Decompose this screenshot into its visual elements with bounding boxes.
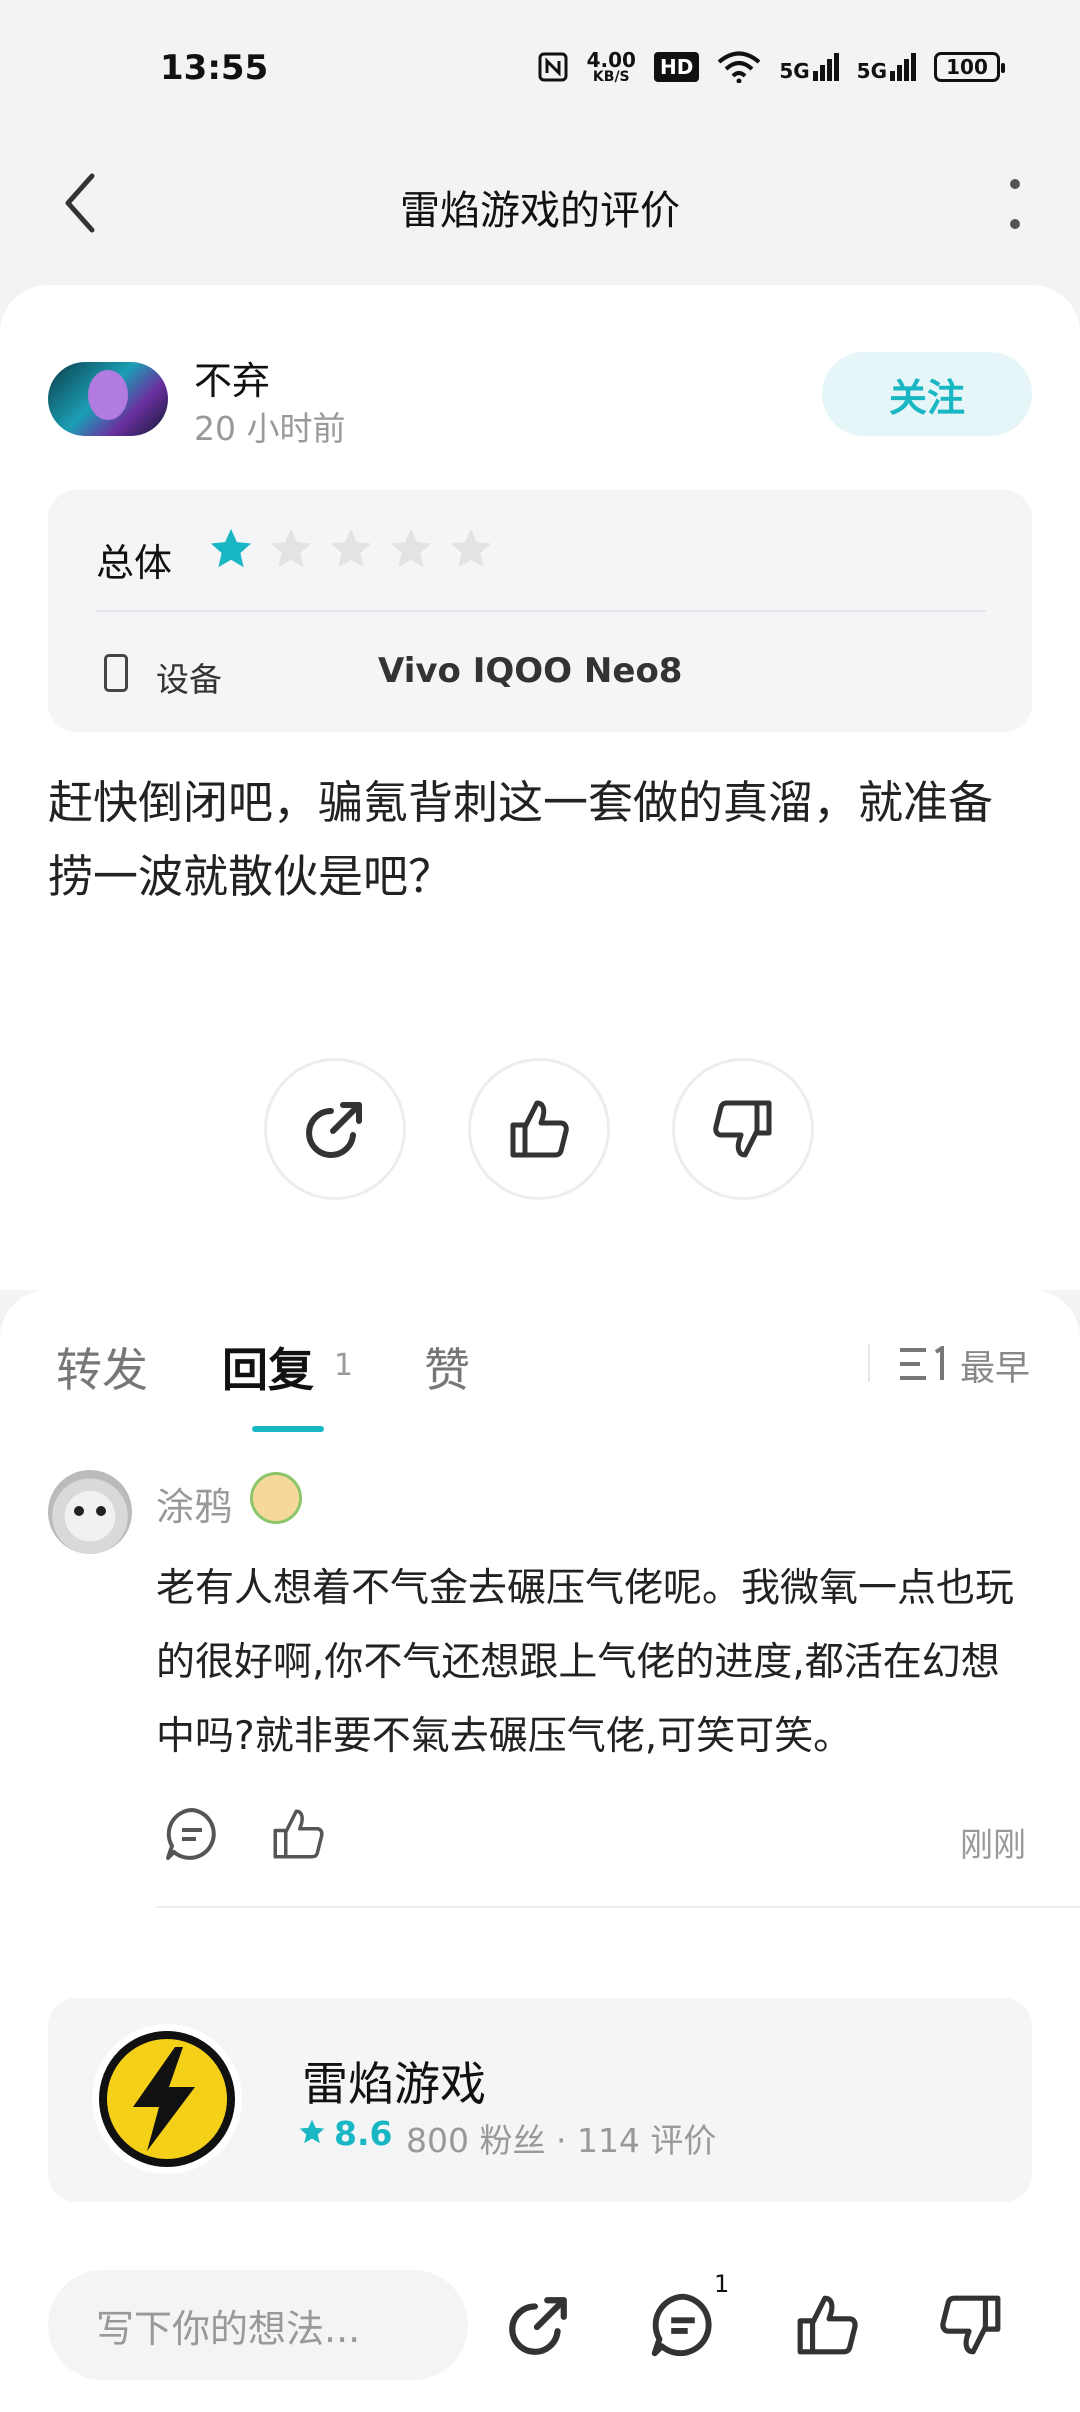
share-button[interactable] — [264, 1058, 406, 1200]
net-speed-value: 4.00 — [586, 48, 636, 72]
share-icon[interactable] — [506, 2292, 572, 2358]
thumbs-down-icon — [713, 1100, 772, 1158]
star-rating — [208, 526, 494, 572]
net-speed: 4.00 KB/S — [587, 50, 636, 84]
comment-count-badge: 1 — [714, 2270, 730, 2298]
user-badge-icon — [250, 1472, 302, 1524]
signal-bars-icon — [890, 53, 916, 81]
more-vertical-icon[interactable] — [1000, 176, 1030, 232]
signal-2-label: 5G — [856, 59, 887, 83]
rating-divider — [96, 610, 986, 612]
status-time: 13:55 — [160, 48, 269, 88]
status-icons: 4.00 KB/S HD 5G 5G 100 — [537, 50, 1005, 84]
signal-bars-icon — [812, 53, 839, 81]
battery-icon: 100 — [934, 52, 1005, 82]
tab-repost[interactable]: 转发 — [56, 1334, 148, 1400]
review-text: 赶快倒闭吧，骗氪背刺这一套做的真溜，就准备捞一波就散伙是吧？ — [48, 776, 994, 903]
overall-label: 总体 — [96, 541, 173, 585]
sort-label[interactable]: 最早 — [960, 1340, 1030, 1391]
game-name[interactable]: 雷焰游戏 — [302, 2048, 486, 2114]
wifi-icon — [718, 51, 761, 83]
cat-eye — [96, 1506, 106, 1516]
comment-icon[interactable] — [650, 2292, 716, 2358]
star-filled-icon — [210, 528, 252, 568]
comment-text: 老有人想着不气金去碾压气佬呢。我微氧一点也玩的很好啊,你不气还想跟上气佬的进度,… — [156, 1566, 1015, 1759]
net-speed-unit: KB/S — [592, 69, 630, 85]
star-empty-icon — [270, 528, 312, 568]
tab-likes[interactable]: 赞 — [424, 1334, 470, 1400]
game-logo[interactable] — [92, 2024, 242, 2174]
comment-input[interactable]: 写下你的想法... — [48, 2270, 468, 2380]
sort-divider — [868, 1344, 870, 1382]
star-empty-icon — [330, 528, 372, 568]
hd-icon: HD — [653, 52, 700, 82]
thumbs-up-icon[interactable] — [794, 2292, 860, 2358]
page-title: 雷焰游戏的评价 — [400, 188, 680, 234]
device-label: 设备 — [156, 660, 222, 699]
author-name[interactable]: 不弃 — [194, 350, 270, 405]
thumbs-up-icon — [510, 1100, 569, 1158]
game-stats: 800 粉丝 · 114 评价 — [406, 2121, 717, 2160]
lightning-logo-icon — [99, 2031, 235, 2167]
phone-icon — [104, 654, 128, 692]
star-empty-icon — [450, 528, 492, 568]
nfc-icon — [538, 52, 568, 82]
author-avatar[interactable] — [48, 362, 168, 436]
dislike-button[interactable] — [672, 1058, 814, 1200]
comment-time: 刚刚 — [960, 1825, 1026, 1864]
comment-divider — [156, 1906, 1080, 1908]
game-score: 8.6 — [334, 2114, 393, 2153]
tab-indicator — [252, 1426, 324, 1432]
cat-eye — [74, 1506, 84, 1516]
star-filled-icon — [299, 2119, 325, 2144]
device-value: Vivo IQOO Neo8 — [378, 651, 683, 691]
reply-icon[interactable] — [164, 1806, 220, 1862]
sort-list-icon[interactable] — [900, 1346, 950, 1382]
signal-1-label: 5G — [779, 59, 810, 83]
thumbs-down-icon[interactable] — [938, 2292, 1004, 2358]
signal-2: 5G — [857, 53, 916, 81]
signal-1: 5G — [779, 53, 839, 83]
like-button[interactable] — [468, 1058, 610, 1200]
share-icon — [306, 1102, 362, 1158]
commenter-avatar[interactable] — [48, 1470, 132, 1554]
comment-like-icon[interactable] — [270, 1806, 326, 1862]
tab-replies[interactable]: 回复 — [222, 1334, 314, 1400]
tab-replies-count: 1 — [334, 1348, 354, 1383]
commenter-name[interactable]: 涂鸦 — [156, 1476, 232, 1531]
review-time: 20 小时前 — [194, 409, 346, 448]
follow-button[interactable]: 关注 — [822, 352, 1032, 436]
star-empty-icon — [390, 528, 432, 568]
